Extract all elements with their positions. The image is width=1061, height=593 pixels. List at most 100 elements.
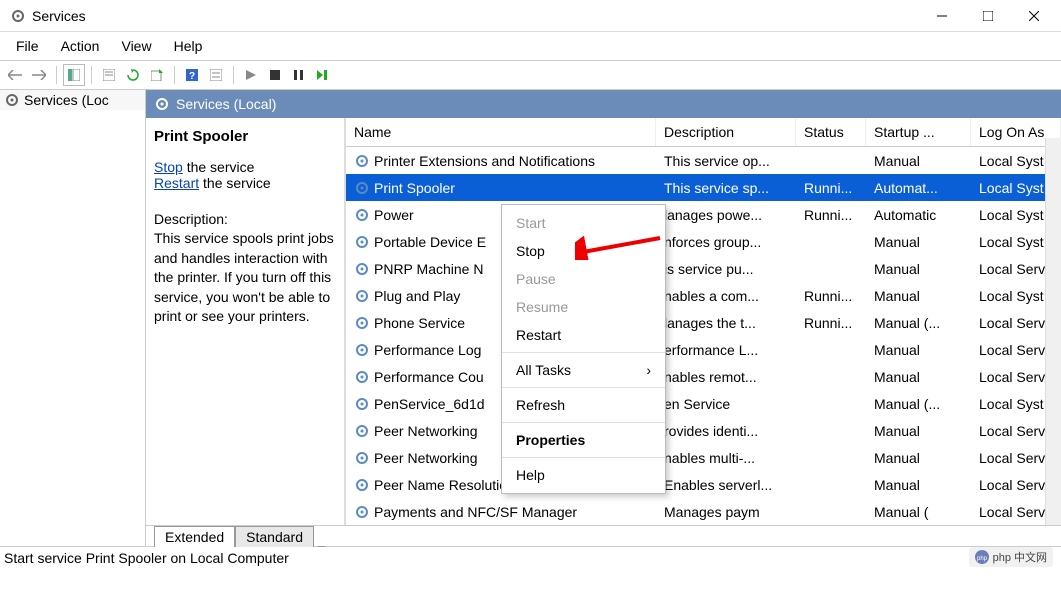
show-hide-tree-button[interactable]	[63, 64, 85, 86]
service-row[interactable]: Plug and Playnables a com...Runni...Manu…	[346, 282, 1061, 309]
cell-desc: Manages paym	[664, 504, 760, 520]
col-name[interactable]: Name	[346, 118, 656, 146]
stop-suffix: the service	[183, 159, 255, 175]
cell-startup: Manual	[874, 477, 920, 493]
menu-view[interactable]: View	[111, 34, 161, 58]
tab-standard[interactable]: Standard	[235, 526, 314, 547]
menu-file[interactable]: File	[6, 34, 49, 58]
col-description[interactable]: Description	[656, 118, 796, 146]
ctx-refresh[interactable]: Refresh	[502, 391, 665, 419]
services-list: Name Description Status Startup ... Log …	[346, 118, 1061, 525]
tab-extended[interactable]: Extended	[154, 526, 235, 547]
nav-item-label: Services (Loc	[24, 92, 109, 108]
cell-desc: rovides identi...	[664, 423, 758, 439]
vertical-scrollbar[interactable]	[1045, 138, 1061, 525]
context-menu: Start Stop Pause Resume Restart All Task…	[501, 204, 666, 494]
service-gear-icon	[354, 504, 370, 520]
stop-link[interactable]: Stop	[154, 159, 183, 175]
pane-header-title: Services (Local)	[176, 96, 276, 112]
list-button[interactable]	[205, 64, 227, 86]
maximize-button[interactable]	[965, 0, 1011, 32]
cell-startup: Manual	[874, 342, 920, 358]
cell-logon: Local Syst	[979, 207, 1044, 223]
cell-name: Printer Extensions and Notifications	[374, 153, 595, 169]
cell-status: Runni...	[804, 315, 852, 331]
cell-name: Peer Networking	[374, 450, 478, 466]
cell-name: Payments and NFC/SF Manager	[374, 504, 577, 520]
menu-action[interactable]: Action	[51, 34, 110, 58]
service-row[interactable]: Powerlanages powe...Runni...AutomaticLoc…	[346, 201, 1061, 228]
ctx-properties[interactable]: Properties	[502, 426, 665, 454]
export-button[interactable]	[146, 64, 168, 86]
service-row[interactable]: PenService_6d1den ServiceManual (...Loca…	[346, 390, 1061, 417]
cell-startup: Automatic	[874, 207, 936, 223]
cell-desc: This service sp...	[664, 180, 769, 196]
cell-name: Plug and Play	[374, 288, 460, 304]
gear-icon	[4, 92, 20, 108]
cell-desc: nables a com...	[664, 288, 759, 304]
cell-startup: Manual	[874, 423, 920, 439]
help-button[interactable]: ?	[181, 64, 203, 86]
cell-startup: Manual (...	[874, 315, 940, 331]
service-gear-icon	[354, 153, 370, 169]
cell-name: Peer Networking	[374, 423, 478, 439]
pause-service-button[interactable]	[288, 64, 310, 86]
restart-link[interactable]: Restart	[154, 175, 199, 191]
minimize-button[interactable]	[919, 0, 965, 32]
cell-logon: Local Syst	[979, 234, 1044, 250]
refresh-button[interactable]	[122, 64, 144, 86]
cell-startup: Automat...	[874, 180, 938, 196]
cell-logon: Local Serv	[979, 369, 1045, 385]
service-row[interactable]: Portable Device Enforces group...ManualL…	[346, 228, 1061, 255]
service-row[interactable]: Peer Name Resolution ProtocolEnables ser…	[346, 471, 1061, 498]
cell-startup: Manual	[874, 450, 920, 466]
close-button[interactable]	[1011, 0, 1057, 32]
forward-button[interactable]	[28, 64, 50, 86]
cell-name: PNRP Machine N	[374, 261, 483, 277]
ctx-all-tasks[interactable]: All Tasks›	[502, 356, 665, 384]
service-row[interactable]: Phone Servicelanages the t...Runni...Man…	[346, 309, 1061, 336]
status-text: Start service Print Spooler on Local Com…	[4, 550, 289, 566]
stop-service-button[interactable]	[264, 64, 286, 86]
service-gear-icon	[354, 315, 370, 331]
ctx-help[interactable]: Help	[502, 461, 665, 489]
service-row[interactable]: Performance Counables remot...ManualLoca…	[346, 363, 1061, 390]
ctx-start: Start	[502, 209, 665, 237]
restart-service-button[interactable]	[312, 64, 334, 86]
cell-status: Runni...	[804, 180, 852, 196]
start-service-button[interactable]	[240, 64, 262, 86]
ctx-restart[interactable]: Restart	[502, 321, 665, 349]
toolbar: ?	[0, 60, 1061, 90]
service-row[interactable]: Peer Networkingnables multi-...ManualLoc…	[346, 444, 1061, 471]
cell-name: Phone Service	[374, 315, 465, 331]
properties-button[interactable]	[98, 64, 120, 86]
cell-logon: Local Serv	[979, 315, 1045, 331]
service-row[interactable]: Peer Networkingrovides identi...ManualLo…	[346, 417, 1061, 444]
nav-item-services[interactable]: Services (Loc	[0, 90, 145, 110]
cell-logon: Local Syst	[979, 288, 1044, 304]
service-gear-icon	[354, 342, 370, 358]
menu-help[interactable]: Help	[164, 34, 213, 58]
description-label: Description:	[154, 211, 336, 227]
col-startup[interactable]: Startup ...	[866, 118, 971, 146]
description-text: This service spools print jobs and handl…	[154, 229, 336, 327]
service-gear-icon	[354, 261, 370, 277]
service-row[interactable]: PNRP Machine Nis service pu...ManualLoca…	[346, 255, 1061, 282]
col-status[interactable]: Status	[796, 118, 866, 146]
back-button[interactable]	[4, 64, 26, 86]
pane-header: Services (Local)	[146, 90, 1061, 118]
cell-logon: Local Serv	[979, 261, 1045, 277]
service-row[interactable]: Performance Logerformance L...ManualLoca…	[346, 336, 1061, 363]
service-gear-icon	[354, 234, 370, 250]
service-row[interactable]: Payments and NFC/SF ManagerManages paymM…	[346, 498, 1061, 525]
ctx-resume: Resume	[502, 293, 665, 321]
ctx-pause: Pause	[502, 265, 665, 293]
cell-status: Runni...	[804, 207, 852, 223]
info-panel: Print Spooler Stop the service Restart t…	[146, 118, 346, 525]
cell-desc: This service op...	[664, 153, 770, 169]
cell-logon: Local Syst	[979, 153, 1044, 169]
service-row[interactable]: Print SpoolerThis service sp...Runni...A…	[346, 174, 1061, 201]
ctx-stop[interactable]: Stop	[502, 237, 665, 265]
service-row[interactable]: Printer Extensions and Notifications This…	[346, 147, 1061, 174]
cell-desc: nables remot...	[664, 369, 757, 385]
